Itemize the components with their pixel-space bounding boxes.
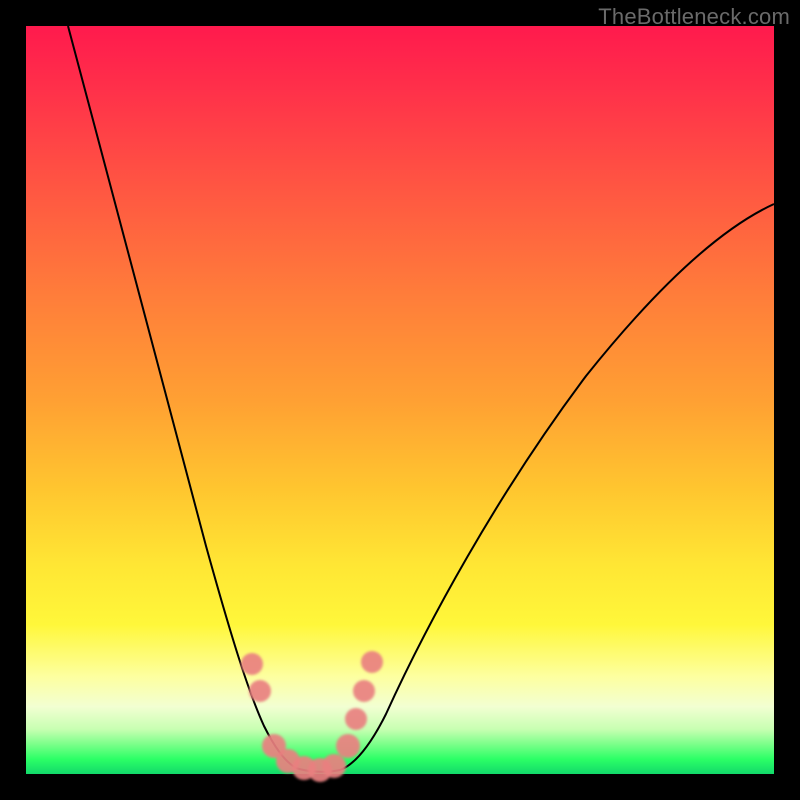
chart-frame: TheBottleneck.com (0, 0, 800, 800)
watermark-text: TheBottleneck.com (598, 4, 790, 30)
curve-left-branch (68, 26, 296, 768)
bead-icon (361, 651, 383, 673)
curve-right-branch (340, 204, 774, 770)
chart-plot-area (26, 26, 774, 774)
bead-icon (322, 754, 346, 778)
data-beads (241, 651, 383, 782)
bead-icon (345, 708, 367, 730)
bead-icon (353, 680, 375, 702)
bottleneck-curve (26, 26, 774, 774)
bead-icon (249, 680, 271, 702)
bead-icon (336, 734, 360, 758)
bead-icon (241, 653, 263, 675)
